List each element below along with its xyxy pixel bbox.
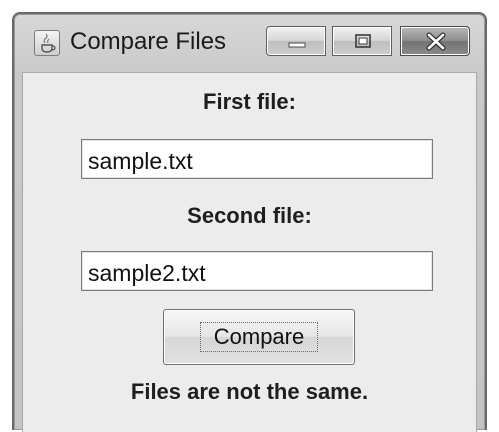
first-file-label: First file: xyxy=(203,89,296,114)
maximize-icon xyxy=(355,34,371,48)
title-bar[interactable]: Compare Files xyxy=(14,14,485,72)
minimize-button[interactable] xyxy=(266,26,326,56)
java-coffee-cup-icon[interactable] xyxy=(34,30,60,56)
window-title: Compare Files xyxy=(70,28,227,55)
maximize-button[interactable] xyxy=(332,26,392,56)
status-message: Files are not the same. xyxy=(130,379,369,404)
minimize-icon xyxy=(288,42,306,48)
second-file-input[interactable] xyxy=(81,251,433,291)
second-file-label: Second file: xyxy=(187,203,312,228)
close-button[interactable] xyxy=(400,26,470,56)
compare-button-label: Compare xyxy=(200,322,318,352)
window-content: First file: Second file: Compare Files a… xyxy=(22,72,477,432)
compare-files-window: Compare Files First file: Second file: C… xyxy=(12,12,487,432)
first-file-input[interactable] xyxy=(81,139,433,179)
close-icon xyxy=(426,32,446,51)
compare-button[interactable]: Compare xyxy=(163,309,355,365)
